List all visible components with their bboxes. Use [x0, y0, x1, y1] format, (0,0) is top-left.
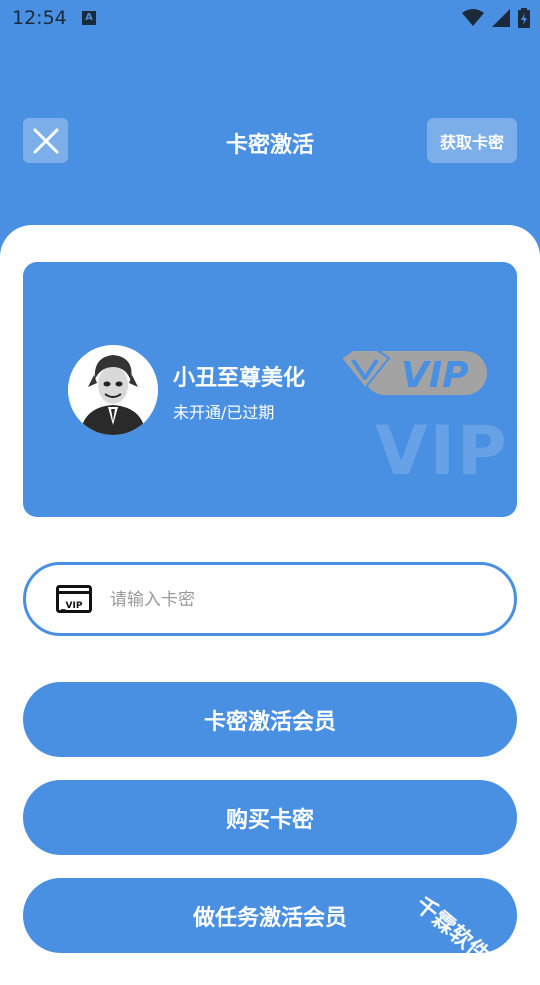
vip-badge: VIP [337, 348, 489, 402]
vip-card: 小丑至尊美化 未开通/已过期 VIP VIP [23, 262, 517, 517]
vip-diamond-badge-icon: VIP [339, 349, 487, 396]
vip-card-icon-text: _VIP [61, 601, 83, 611]
notification-icon: A [82, 11, 96, 25]
status-time: 12:54 [12, 7, 67, 29]
top-bar: 卡密激活 获取卡密 [0, 118, 540, 164]
get-card-button[interactable]: 获取卡密 [427, 118, 517, 163]
vip-product-name: 小丑至尊美化 [173, 366, 306, 391]
vip-card-icon: _VIP [56, 585, 92, 617]
vip-watermark: VIP [375, 412, 509, 491]
wifi-icon [462, 9, 484, 26]
buy-card-button[interactable]: 购买卡密 [23, 780, 517, 855]
card-key-field[interactable]: _VIP [23, 562, 517, 636]
vip-badge-text: VIP [401, 355, 469, 396]
activate-member-button[interactable]: 卡密激活会员 [23, 682, 517, 757]
card-key-input[interactable] [108, 579, 492, 621]
joker-avatar-icon [68, 345, 158, 435]
signal-icon [492, 9, 510, 27]
vip-status: 未开通/已过期 [173, 403, 275, 422]
battery-icon [518, 8, 530, 28]
avatar [68, 345, 158, 435]
status-bar: 12:54 A [0, 0, 540, 36]
status-icons [462, 8, 530, 28]
